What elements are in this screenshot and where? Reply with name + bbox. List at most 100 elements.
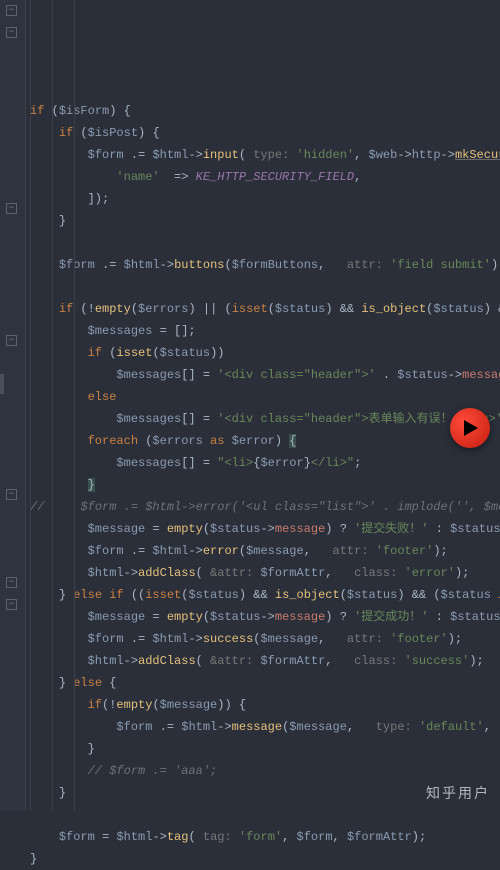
token-op: -> [188,148,202,162]
token-punc: : [429,610,451,624]
code-line[interactable]: $form .= $html->success($message, attr: … [30,628,500,650]
token-op: -> [397,148,411,162]
token-var: $html [116,830,152,844]
token-op: -> [441,148,455,162]
code-line[interactable]: $form = $html->tag( tag: 'form', $form, … [30,826,500,848]
token-var: $html [88,566,124,580]
token-punc: ) || ( [188,302,231,316]
token-fn: empty [116,698,152,712]
code-line[interactable]: } [30,848,500,870]
token-str: 'name' [116,170,174,184]
code-line[interactable]: 'name' => KE_HTTP_SECURITY_FIELD, [30,166,500,188]
code-line[interactable]: if (!empty($errors) || (isset($status) &… [30,298,500,320]
code-line[interactable]: $form .= $html->error($message, attr: 'f… [30,540,500,562]
token-field: message [462,368,500,382]
token-punc: , [318,632,347,646]
code-line[interactable]: else [30,386,500,408]
code-line[interactable] [30,276,500,298]
token-kw: isset [145,588,181,602]
code-line[interactable]: } [30,474,500,496]
token-kw: isset [232,302,268,316]
fold-marker-icon[interactable]: − [6,599,17,610]
token-punc: , [354,148,368,162]
code-line[interactable] [30,804,500,826]
token-punc: ]); [88,192,110,206]
code-line[interactable]: $messages[] = '<div class="header">' . $… [30,364,500,386]
token-hint: class: [354,654,404,668]
token-kw: as [210,434,232,448]
token-op: -> [188,632,202,646]
token-fn: success [203,632,253,646]
token-punc: ( [224,258,231,272]
code-line[interactable]: $messages = []; [30,320,500,342]
token-punc: } [59,588,73,602]
token-var: $status [210,610,260,624]
token-str: '<div class="header">' [217,368,375,382]
code-line[interactable]: $message = empty($status->message) ? '提交… [30,606,500,628]
code-line[interactable]: foreach ($errors as $error) { [30,430,500,452]
token-punc: ) { [109,104,131,118]
token-var: $status [275,302,325,316]
token-punc: ) ? [325,610,354,624]
code-line[interactable]: // $form .= 'aaa'; [30,760,500,782]
token-kw: if [88,698,102,712]
code-line[interactable]: } else if ((isset($status) && is_object(… [30,584,500,606]
token-const: KE_HTTP_SECURITY_FIELD [196,170,354,184]
token-op: -> [152,830,166,844]
token-punc: ) && ( [484,302,500,316]
token-punc: , [325,566,354,580]
token-op: -> [160,258,174,272]
token-kw: else [88,390,117,404]
code-line[interactable]: $messages[] = "<li>{$error}</li>"; [30,452,500,474]
token-op: -> [217,720,231,734]
token-punc: } [30,852,37,866]
token-var: $messages [116,456,181,470]
code-line[interactable]: $messages[] = '<div class="header">表单输入有… [30,408,500,430]
token-punc: , [282,830,296,844]
code-line[interactable]: $form .= $html->input( type: 'hidden', $… [30,144,500,166]
fold-marker-icon[interactable]: − [6,335,17,346]
token-comment: // $form .= 'aaa'; [88,764,218,778]
code-area[interactable]: if ($isForm) { if ($isPost) { $form .= $… [26,0,500,811]
token-punc: )) [210,346,224,360]
token-var: $formAttr [260,654,325,668]
code-line[interactable]: } else { [30,672,500,694]
token-punc: ); [455,566,469,580]
token-var: $form [59,830,102,844]
code-line[interactable]: if (isset($status)) [30,342,500,364]
token-var: $html [124,258,160,272]
token-fn: input [203,148,239,162]
code-line[interactable]: if(!empty($message)) { [30,694,500,716]
code-line[interactable]: $form .= $html->message($message, type: … [30,716,500,738]
token-str: 'success' [405,654,470,668]
code-editor[interactable]: −−−−−−− if ($isForm) { if ($isPost) { $f… [0,0,500,811]
token-str: 'hidden' [297,148,355,162]
code-line[interactable] [30,232,500,254]
code-line[interactable]: if ($isForm) { [30,100,500,122]
code-line[interactable]: $html->addClass( &attr: $formAttr, class… [30,650,500,672]
code-line[interactable]: $form .= $html->buttons($formButtons, at… [30,254,500,276]
code-line[interactable]: $html->addClass( &attr: $formAttr, class… [30,562,500,584]
fold-marker-icon[interactable]: − [6,5,17,16]
code-line[interactable]: } [30,738,500,760]
code-line[interactable]: } [30,210,500,232]
token-punc: ); [412,830,426,844]
token-fn: empty [167,522,203,536]
token-punc: ; [354,456,361,470]
fold-marker-icon[interactable]: − [6,577,17,588]
fold-marker-icon[interactable]: − [6,27,17,38]
token-kw: foreach [88,434,146,448]
token-var: $message [88,522,153,536]
floating-play-icon[interactable] [450,408,490,448]
code-line[interactable]: // $form .= $html->error('<ul class="lis… [30,496,500,518]
fold-marker-icon[interactable]: − [6,203,17,214]
token-op [30,280,37,294]
token-op: .= [131,632,153,646]
code-line[interactable]: ]); [30,188,500,210]
token-op: -> [448,368,462,382]
code-line[interactable]: $message = empty($status->message) ? '提交… [30,518,500,540]
code-line[interactable]: if ($isPost) { [30,122,500,144]
token-var: $isPost [88,126,138,140]
token-punc: ( [152,346,159,360]
fold-marker-icon[interactable]: − [6,489,17,500]
